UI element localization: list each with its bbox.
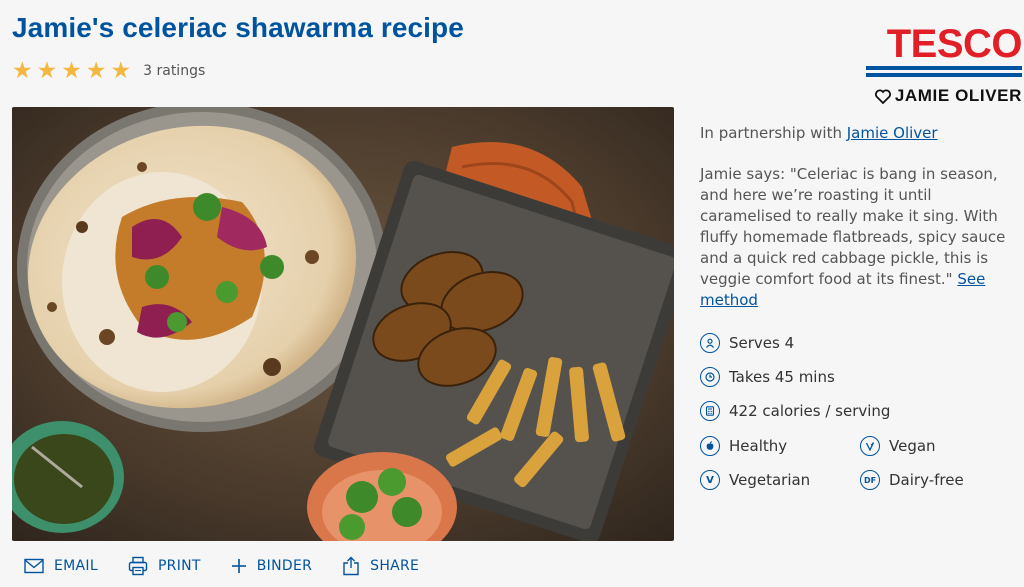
fact-dairy-free: DF Dairy-free	[860, 470, 964, 490]
rating-count[interactable]: 3 ratings	[143, 63, 205, 79]
heart-icon	[874, 89, 891, 104]
recipe-description: Jamie says: "Celeriac is bang in season,…	[700, 164, 1010, 311]
share-label: SHARE	[370, 558, 420, 574]
dairy-free-text: Dairy-free	[889, 471, 964, 489]
fact-serves: Serves 4	[700, 333, 794, 353]
vegan-text: Vegan	[889, 437, 936, 455]
page-title: Jamie's celeriac shawarma recipe	[12, 12, 464, 43]
recipe-actions: EMAIL PRINT BINDER SHARE	[24, 556, 449, 576]
jamie-oliver-link[interactable]: Jamie Oliver	[847, 124, 938, 142]
partnership-prefix: In partnership with	[700, 124, 842, 142]
print-label: PRINT	[157, 558, 201, 574]
email-label: EMAIL	[54, 558, 98, 574]
fact-time: Takes 45 mins	[700, 367, 835, 387]
fact-calories: 422 calories / serving	[700, 401, 890, 421]
vegan-icon	[860, 436, 880, 456]
calculator-icon	[700, 401, 720, 421]
fact-healthy: Healthy	[700, 436, 787, 456]
fact-vegan: Vegan	[860, 436, 936, 456]
apple-icon	[700, 436, 720, 456]
tesco-logo: TESCO	[886, 22, 1023, 66]
calories-text: 422 calories / serving	[729, 402, 891, 420]
star-icon: ★	[85, 58, 107, 84]
star-icon: ★	[110, 58, 132, 84]
time-text: Takes 45 mins	[729, 368, 835, 386]
clock-icon	[700, 367, 720, 387]
jamie-oliver-wordmark: JAMIE OLIVER	[894, 86, 1022, 105]
email-button[interactable]: EMAIL	[24, 558, 98, 574]
tesco-stripes	[866, 66, 1022, 80]
printer-icon	[128, 556, 148, 576]
rating-stars: ★ ★ ★ ★ ★	[12, 58, 132, 84]
vegetarian-text: Vegetarian	[729, 471, 811, 489]
partnership-line: In partnership with Jamie Oliver	[700, 123, 1010, 144]
print-button[interactable]: PRINT	[128, 556, 201, 576]
dairy-free-icon: DF	[860, 470, 880, 490]
share-button[interactable]: SHARE	[342, 556, 419, 576]
fact-vegetarian: V Vegetarian	[700, 470, 810, 490]
envelope-icon	[24, 558, 44, 574]
plus-icon	[231, 559, 246, 573]
star-icon: ★	[12, 58, 33, 84]
binder-button[interactable]: BINDER	[231, 558, 312, 574]
vegetarian-icon: V	[700, 470, 720, 490]
recipe-summary: In partnership with Jamie Oliver Jamie s…	[700, 123, 1010, 311]
jamie-oliver-logo: JAMIE OLIVER	[874, 86, 1022, 106]
star-icon: ★	[61, 58, 82, 84]
binder-label: BINDER	[256, 558, 313, 574]
star-icon: ★	[36, 58, 58, 84]
recipe-photo	[12, 107, 674, 541]
serves-text: Serves 4	[729, 334, 795, 352]
recipe-hero-image	[12, 107, 674, 541]
brand-logo: TESCO JAMIE OLIVER	[864, 24, 1024, 108]
rating[interactable]: ★ ★ ★ ★ ★ 3 ratings	[12, 58, 205, 84]
healthy-text: Healthy	[729, 437, 788, 455]
person-icon	[700, 333, 720, 353]
share-icon	[343, 556, 359, 576]
